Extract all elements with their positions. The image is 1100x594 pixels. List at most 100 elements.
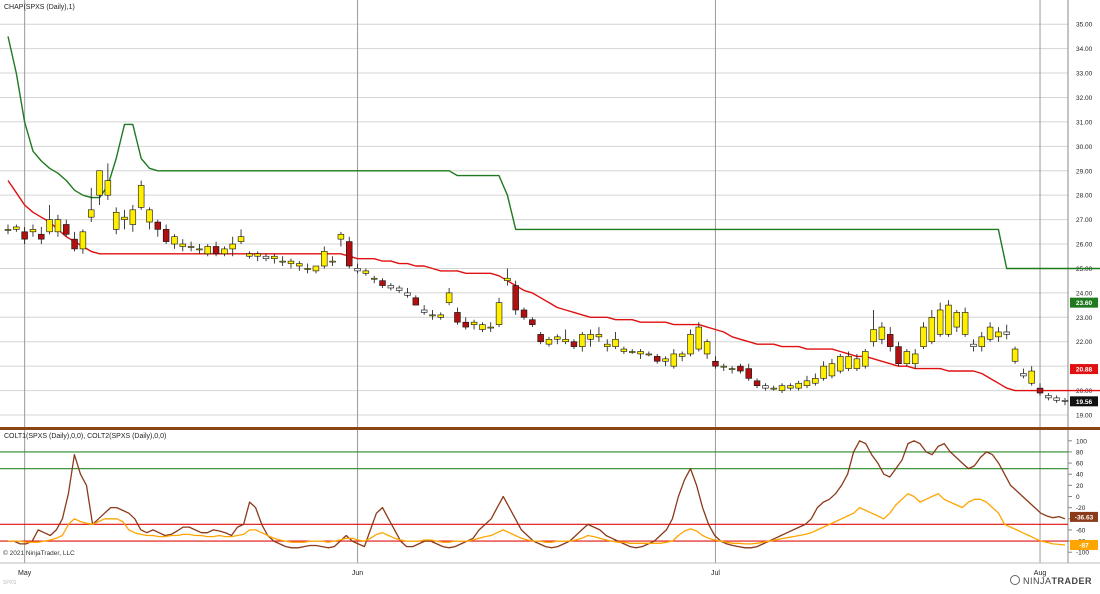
candle-body	[820, 365, 827, 379]
candle-body	[346, 241, 353, 267]
candle-body	[928, 317, 936, 343]
candle-body	[645, 353, 653, 356]
chart-canvas[interactable]: 19.0020.0021.0022.0023.0024.0025.0026.00…	[0, 0, 1100, 589]
candle-body	[204, 246, 211, 255]
candle-body	[29, 229, 37, 233]
candle-body	[137, 185, 145, 208]
candle-body	[171, 236, 178, 245]
candle-body	[337, 233, 345, 240]
candle-body	[395, 287, 403, 291]
candle-body	[628, 351, 636, 353]
price-tick-label: 23.00	[1076, 315, 1093, 322]
price-tick-label: 19.00	[1076, 413, 1093, 420]
candle-body	[862, 351, 869, 367]
x-axis-month-label: May	[18, 570, 32, 577]
candle-body	[354, 268, 361, 272]
candle-body	[212, 246, 220, 255]
candle-body	[537, 334, 544, 343]
brand-name-right: TRADER	[1051, 576, 1092, 586]
oscillator-tick-label: 40	[1076, 472, 1084, 479]
candle-body	[495, 302, 503, 325]
candle-body	[221, 248, 228, 255]
candle-body	[262, 255, 270, 259]
candle-body	[920, 326, 927, 347]
oscillator-tick-label: 20	[1076, 483, 1084, 490]
candle-body	[620, 348, 628, 352]
candle-body	[112, 211, 120, 230]
candle-body	[271, 255, 278, 259]
oscillator-tick-label: 100	[1076, 438, 1087, 445]
candle-body	[96, 170, 103, 196]
candle-body	[229, 243, 236, 250]
copyright-notice: © 2021 NinjaTrader, LLC	[3, 550, 75, 557]
candle-body	[687, 334, 694, 355]
candle-body	[953, 312, 961, 328]
candle-body	[520, 309, 528, 318]
candle-body	[753, 380, 761, 386]
candle-body	[1020, 373, 1027, 377]
brand-name-left: NINJA	[1022, 576, 1052, 586]
candle-body	[79, 231, 87, 250]
price-value-tag-label: 20.88	[1076, 367, 1093, 374]
candle-body	[961, 312, 969, 335]
candle-body	[579, 334, 586, 347]
candle-body	[1061, 400, 1069, 402]
candle-body	[695, 326, 703, 350]
candle-body	[595, 334, 603, 338]
price-tick-label: 28.00	[1076, 193, 1093, 200]
candle-body	[254, 253, 261, 257]
panel-separator	[0, 427, 1100, 430]
candle-body	[1036, 387, 1044, 394]
price-tick-label: 35.00	[1076, 22, 1093, 29]
candle-body	[412, 297, 420, 306]
candle-body	[878, 326, 886, 340]
candle-body	[237, 236, 245, 242]
price-panel-title: CHAP(SPXS (Daily),1)	[4, 4, 75, 11]
candle-body	[296, 263, 303, 267]
price-tick-label: 20.00	[1076, 388, 1093, 395]
candle-body	[803, 380, 811, 386]
candle-body	[1028, 370, 1035, 384]
candle-body	[787, 385, 794, 389]
candle-body	[554, 336, 561, 340]
candle-body	[670, 353, 678, 367]
candle-body	[903, 351, 911, 365]
oscillator-tick-label: 60	[1076, 461, 1084, 468]
price-tick-label: 32.00	[1076, 95, 1093, 102]
chart-root: 19.0020.0021.0022.0023.0024.0025.0026.00…	[0, 0, 1100, 589]
oscillator-value-tag-label: -87	[1079, 542, 1089, 549]
candle-body	[470, 321, 478, 325]
candle-body	[454, 312, 461, 323]
candle-body	[287, 260, 295, 264]
candle-body	[512, 285, 519, 311]
candle-body	[703, 341, 711, 355]
candle-body	[995, 331, 1002, 338]
price-tick-label: 34.00	[1076, 46, 1093, 53]
candle-body	[728, 368, 736, 370]
candle-body	[887, 334, 894, 347]
candle-body	[1011, 348, 1019, 362]
candle-body	[21, 231, 28, 240]
price-tick-label: 27.00	[1076, 217, 1093, 224]
candle-body	[653, 356, 661, 362]
candle-body	[54, 219, 62, 233]
candle-body	[837, 356, 844, 372]
candle-body	[121, 216, 128, 220]
candle-body	[445, 292, 453, 303]
oscillator-tick-label: -100	[1076, 550, 1089, 557]
price-value-tag-label: 19.56	[1076, 399, 1093, 406]
candle-body	[637, 351, 644, 355]
x-axis-month-label: Jul	[711, 570, 720, 577]
candle-body	[387, 285, 395, 289]
candle-body	[370, 277, 378, 280]
candle-body	[745, 368, 752, 379]
candle-body	[146, 209, 153, 223]
price-tick-label: 29.00	[1076, 168, 1093, 175]
price-tick-label: 25.00	[1076, 266, 1093, 273]
candle-body	[462, 321, 469, 328]
candle-body	[986, 326, 994, 340]
candle-body	[562, 338, 569, 343]
candle-body	[420, 309, 428, 313]
oscillator-value-tag-label: -36.63	[1075, 514, 1094, 521]
price-tick-label: 33.00	[1076, 71, 1093, 78]
